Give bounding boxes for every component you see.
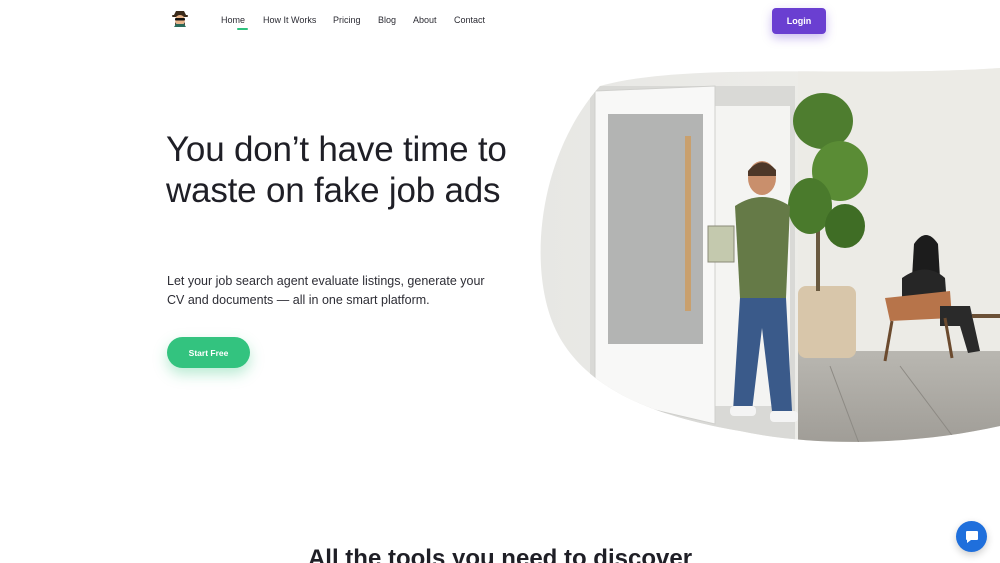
nav-item-home[interactable]: Home	[221, 15, 263, 30]
spy-logo-icon[interactable]	[169, 7, 191, 29]
nav-item-about[interactable]: About	[413, 15, 454, 25]
nav-item-how-it-works[interactable]: How It Works	[263, 15, 333, 25]
nav-item-blog[interactable]: Blog	[378, 15, 413, 25]
login-button[interactable]: Login	[772, 8, 826, 34]
chat-bubble-icon[interactable]	[956, 521, 987, 552]
hero-subtitle: Let your job search agent evaluate listi…	[167, 274, 485, 307]
navbar: Home How It Works Pricing Blog About Con…	[0, 0, 1000, 42]
start-free-button[interactable]: Start Free	[167, 337, 250, 368]
nav-item-contact[interactable]: Contact	[454, 15, 494, 25]
tools-section-title: All the tools you need to discover	[307, 545, 693, 563]
main-nav: Home How It Works Pricing Blog About Con…	[221, 15, 494, 30]
nav-item-pricing[interactable]: Pricing	[333, 15, 378, 25]
hero-title: You don’t have time to waste on fake job…	[166, 130, 507, 210]
hero-office-photo	[540, 66, 1000, 446]
